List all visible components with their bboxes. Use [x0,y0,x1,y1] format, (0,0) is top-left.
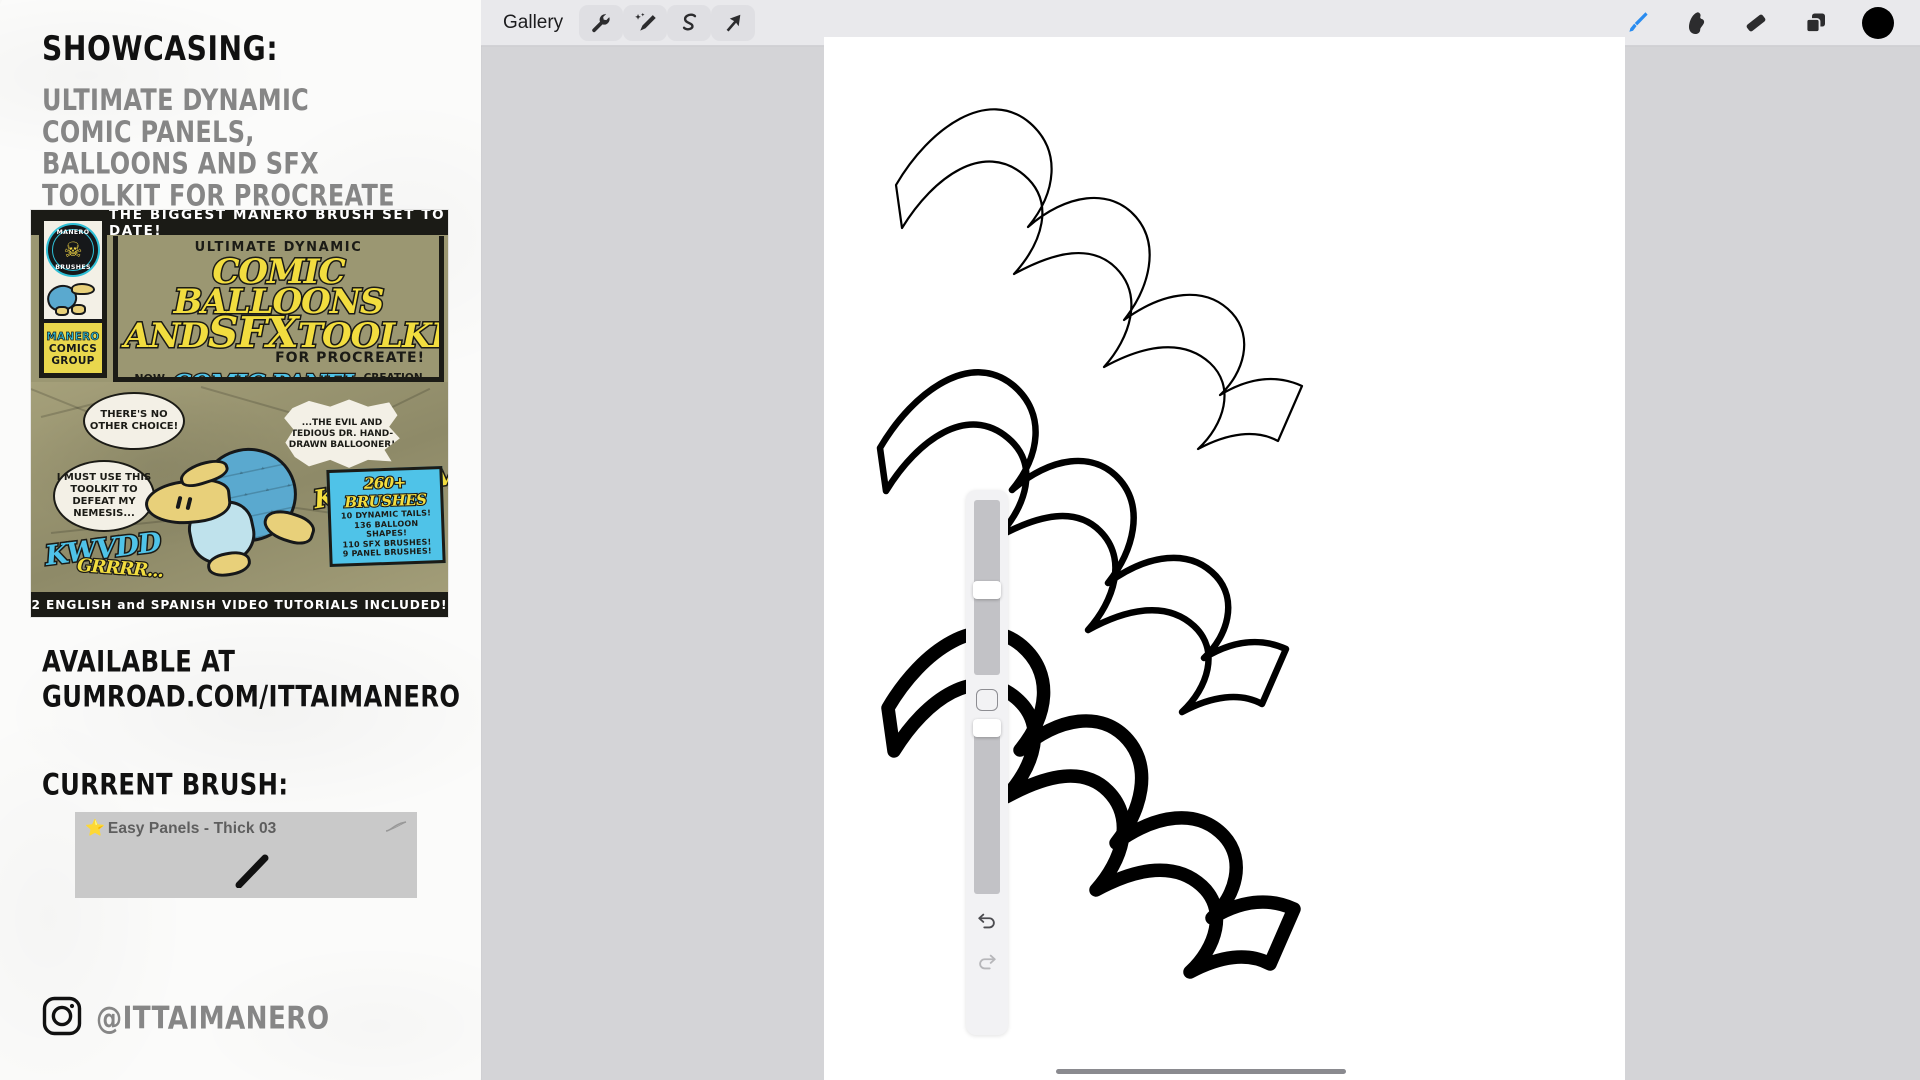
redo-icon[interactable] [976,951,998,978]
opacity-thumb[interactable] [973,719,1001,737]
poster-comic-panel-label: COMIC PANEL [171,368,361,377]
canvas-strokes [876,108,1304,979]
brush-count-title: 260+ BRUSHES [343,472,428,512]
instagram-credit: @ITTAIMANERO [42,996,337,1041]
showcase-subtitle: ULTIMATE DYNAMIC COMIC PANELS, BALLOONS … [42,82,395,213]
squiggle-thick [881,625,1301,979]
modify-square-button[interactable] [976,689,998,711]
logo-line-1: MANERO [46,330,100,343]
app-root: SHOWCASING: ULTIMATE DYNAMIC COMIC PANEL… [0,0,1920,1080]
brush-count-callout: 260+ BRUSHES 10 DYNAMIC TAILS! 136 BALLO… [326,465,446,566]
poster-artwork: THERE'S NO OTHER CHOICE! I MUST USE THIS… [31,382,448,592]
logo-line-2: COMICS [48,342,98,355]
showcasing-heading: SHOWCASING: [42,28,279,69]
adjustments-wand-icon[interactable] [623,4,668,41]
now-line1: NOW [134,371,166,382]
star-icon: ⭐ [85,820,105,837]
poster-headline-and: AND [123,316,211,356]
toolbar-right-group [1606,4,1920,42]
logo-line-3: GROUP [51,354,95,367]
poster-headline-block: ULTIMATE DYNAMIC COMIC BALLOONS ANDSFXTO… [113,236,444,382]
squiggle-medium [876,369,1290,716]
showcase-sidebar: SHOWCASING: ULTIMATE DYNAMIC COMIC PANEL… [0,0,481,1080]
smudge-icon[interactable] [1666,4,1726,42]
procreate-app: Gallery [481,0,1920,1080]
opacity-slider[interactable] [973,719,1001,894]
badge-bottom-text: BRUSHES [55,264,91,271]
badge-top-text: MANERO [56,229,90,236]
home-indicator [1055,1069,1346,1074]
turtle-mascot-large-icon [142,438,341,580]
showcase-sidebar-content: SHOWCASING: ULTIMATE DYNAMIC COMIC PANEL… [0,0,481,211]
transform-arrow-icon[interactable] [711,4,756,41]
manero-brushes-badge: MANERO ☠ BRUSHES [46,223,100,277]
brush-size-thumb[interactable] [973,581,1001,599]
current-brush-heading: CURRENT BRUSH: [42,768,289,802]
availability-text: AVAILABLE AT GUMROAD.COM/ITTAIMANERO [42,645,461,714]
current-brush-card[interactable]: ⭐ Easy Panels - Thick 03 [75,812,417,898]
poster-now-with-text: NOW WITH [134,371,167,382]
toolbar-left-group: Gallery [481,4,756,42]
brush-size-slider[interactable] [973,500,1001,675]
poster-headline-line2: ANDSFXTOOLKIT [123,310,439,355]
undo-icon[interactable] [976,910,998,937]
poster-now-with-block: NOW WITH COMIC PANEL CREATION TOOLS! [124,368,433,382]
stroke-preview [233,854,277,889]
layers-icon[interactable] [1786,4,1846,42]
procreate-sidebar [966,490,1008,1035]
speech-bubble-2: I MUST USE THIS TOOLKIT TO DEFEAT MY NEM… [53,460,155,532]
turtle-mascot-small-icon [44,279,102,319]
adjustments-wrench-icon[interactable] [579,4,624,41]
current-brush-name: Easy Panels - Thick 03 [107,820,277,837]
creation-line1: CREATION [363,371,423,382]
eraser-icon[interactable] [1726,4,1786,42]
selection-icon[interactable] [667,4,712,41]
poster-bottom-banner: 2 ENGLISH and SPANISH VIDEO TUTORIALS IN… [31,592,448,617]
poster-side-column: MANERO ☠ BRUSHES MANERO COMICS GROUP [39,216,107,378]
drawing-canvas[interactable] [824,37,1625,1080]
brush-swoosh-icon [385,820,407,838]
product-poster-image: THE BIGGEST MANERO BRUSH SET TO DATE! MA… [31,210,448,617]
gallery-button[interactable]: Gallery [503,4,579,42]
instagram-handle-text: @ITTAIMANERO [96,1000,330,1037]
skull-icon: ☠ [63,238,83,262]
instagram-icon [42,996,82,1041]
canvas-area[interactable] [481,37,1920,1080]
poster-creation-tools-text: CREATION TOOLS! [363,371,423,382]
color-swatch-button[interactable] [1862,6,1894,39]
squiggle-thin [894,108,1304,451]
manero-comics-group-logo: MANERO COMICS GROUP [44,319,102,373]
paint-brush-icon[interactable] [1606,4,1666,42]
